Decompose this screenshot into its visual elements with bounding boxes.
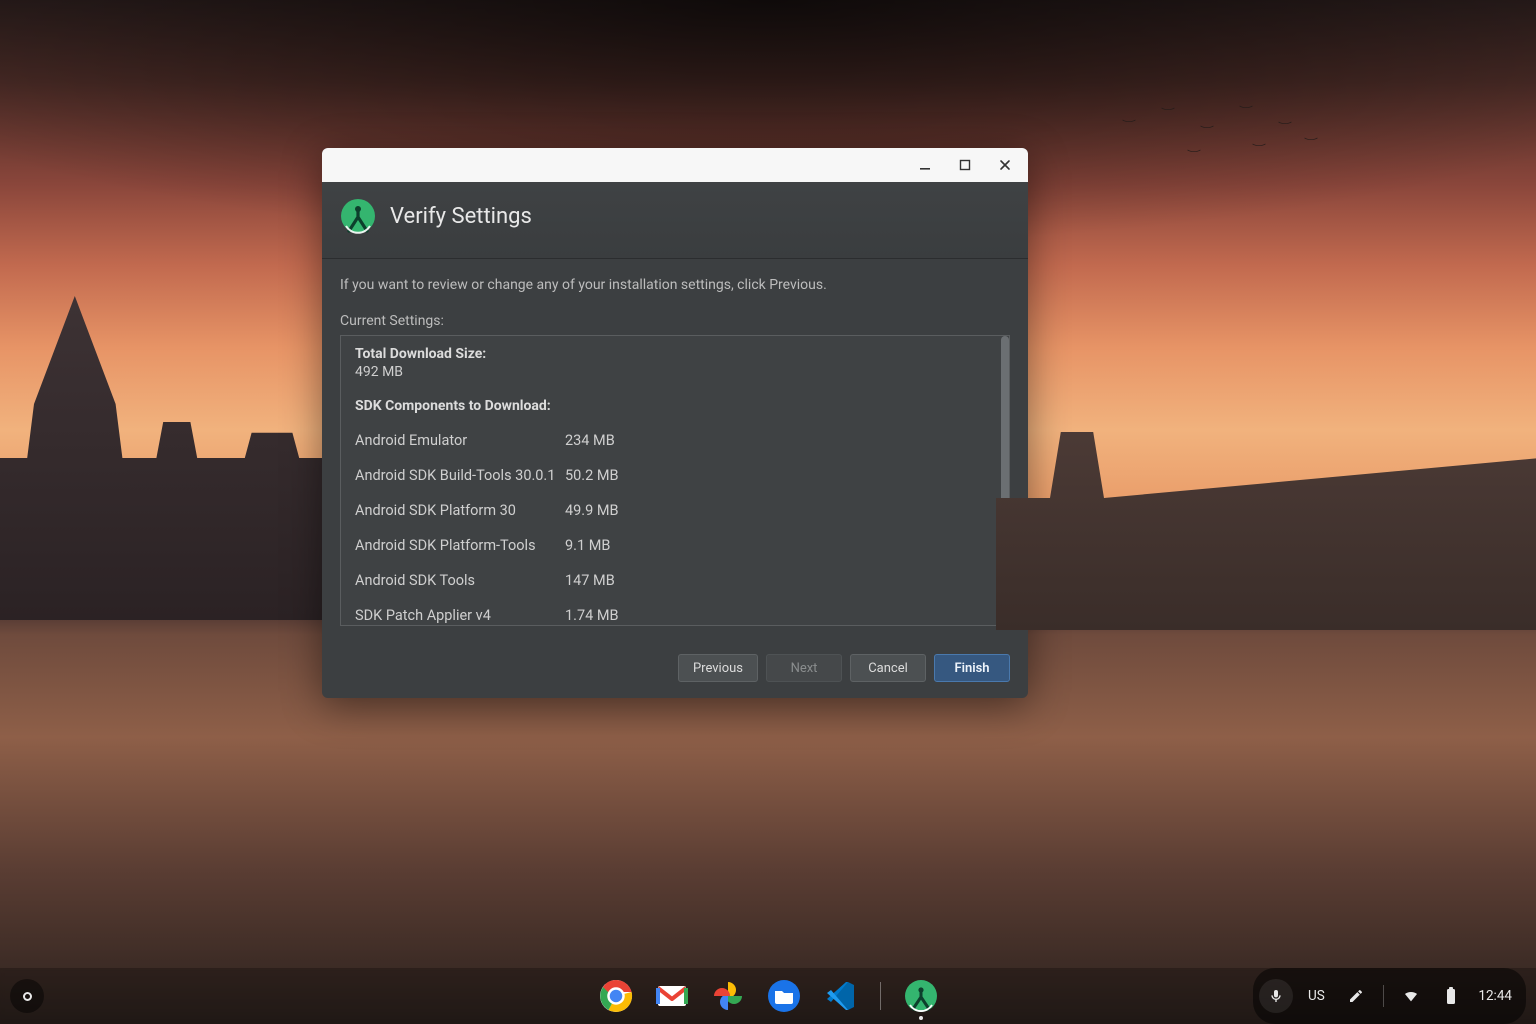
component-size: 1.74 MB <box>565 607 619 624</box>
maximize-icon <box>959 159 971 171</box>
previous-button[interactable]: Previous <box>678 654 758 682</box>
component-row: Android Emulator 234 MB <box>355 432 987 449</box>
window-maximize-button[interactable] <box>946 150 984 180</box>
component-name: Android SDK Platform 30 <box>355 502 565 519</box>
tray-wifi-indicator[interactable] <box>1394 979 1428 1013</box>
setup-wizard-window: Verify Settings If you want to review or… <box>322 148 1028 698</box>
tray-battery-indicator[interactable] <box>1434 979 1468 1013</box>
minimize-icon <box>919 159 931 171</box>
total-download-size-label: Total Download Size: <box>355 346 987 362</box>
component-name: Android SDK Platform-Tools <box>355 537 565 554</box>
wizard-footer: Previous Next Cancel Finish <box>322 638 1028 698</box>
finish-button[interactable]: Finish <box>934 654 1010 682</box>
shelf-app-files[interactable] <box>766 978 802 1014</box>
pen-icon <box>1348 988 1364 1004</box>
component-row: Android SDK Tools 147 MB <box>355 572 987 589</box>
component-row: Android SDK Platform 30 49.9 MB <box>355 502 987 519</box>
window-minimize-button[interactable] <box>906 150 944 180</box>
component-row: SDK Patch Applier v4 1.74 MB <box>355 607 987 624</box>
mic-icon <box>1268 988 1284 1004</box>
shelf-app-vscode[interactable] <box>822 978 858 1014</box>
total-download-size-value: 492 MB <box>355 364 987 380</box>
component-name: Android SDK Build-Tools 30.0.1 <box>355 467 565 484</box>
current-settings-label: Current Settings: <box>340 313 1010 329</box>
launcher-button[interactable] <box>10 979 44 1013</box>
tray-ime-button[interactable]: US <box>1299 979 1333 1013</box>
android-studio-icon <box>340 198 376 234</box>
settings-scrollbar-thumb[interactable] <box>1001 336 1009 567</box>
battery-icon <box>1445 987 1457 1005</box>
desktop-wallpaper: ︶︶︶︶︶︶︶︶ <box>0 0 1536 1024</box>
component-size: 147 MB <box>565 572 615 589</box>
shelf-app-chrome[interactable] <box>598 978 634 1014</box>
settings-scrollbar[interactable] <box>1001 336 1009 625</box>
launcher-icon <box>23 992 32 1001</box>
component-name: Android SDK Tools <box>355 572 565 589</box>
os-shelf: US 12:44 <box>0 968 1536 1024</box>
window-close-button[interactable] <box>986 150 1024 180</box>
component-size: 234 MB <box>565 432 615 449</box>
wallpaper-birds: ︶︶︶︶︶︶︶︶ <box>1096 90 1356 210</box>
component-name: SDK Patch Applier v4 <box>355 607 565 624</box>
component-size: 9.1 MB <box>565 537 610 554</box>
shelf-app-android-studio[interactable] <box>903 978 939 1014</box>
android-studio-icon <box>903 978 939 1014</box>
tray-separator <box>1383 985 1384 1007</box>
close-icon <box>999 159 1011 171</box>
google-photos-icon <box>710 978 746 1014</box>
component-row: Android SDK Build-Tools 30.0.1 50.2 MB <box>355 467 987 484</box>
settings-summary-box: Total Download Size: 492 MB SDK Componen… <box>340 335 1010 626</box>
tray-ime-label: US <box>1308 988 1325 1004</box>
cancel-button[interactable]: Cancel <box>850 654 926 682</box>
window-titlebar[interactable] <box>322 148 1028 182</box>
component-size: 50.2 MB <box>565 467 619 484</box>
component-row: Android SDK Platform-Tools 9.1 MB <box>355 537 987 554</box>
next-button: Next <box>766 654 842 682</box>
component-name: Android Emulator <box>355 432 565 449</box>
tray-mic-button[interactable] <box>1259 979 1293 1013</box>
gmail-icon <box>654 978 690 1014</box>
wizard-title: Verify Settings <box>390 204 532 229</box>
shelf-app-photos[interactable] <box>710 978 746 1014</box>
settings-summary-scroll[interactable]: Total Download Size: 492 MB SDK Componen… <box>341 336 1001 625</box>
system-tray[interactable]: US 12:44 <box>1253 968 1526 1024</box>
chrome-icon <box>598 978 634 1014</box>
shelf-app-gmail[interactable] <box>654 978 690 1014</box>
tray-pen-button[interactable] <box>1339 979 1373 1013</box>
wifi-icon <box>1403 988 1419 1004</box>
sdk-components-label: SDK Components to Download: <box>355 398 987 414</box>
vscode-icon <box>822 978 858 1014</box>
files-icon <box>766 978 802 1014</box>
component-size: 49.9 MB <box>565 502 619 519</box>
shelf-divider <box>880 982 881 1010</box>
wizard-header: Verify Settings <box>322 182 1028 259</box>
wizard-intro-text: If you want to review or change any of y… <box>340 277 1010 293</box>
tray-clock[interactable]: 12:44 <box>1478 988 1512 1004</box>
shelf-pinned-apps <box>598 978 939 1014</box>
